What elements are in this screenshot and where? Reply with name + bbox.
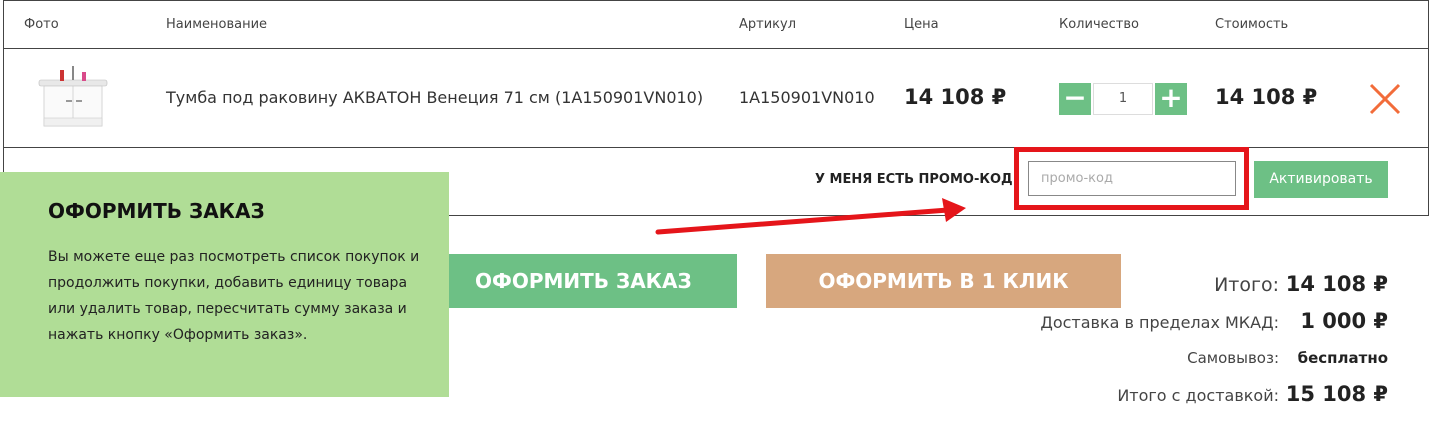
annotation-arrow-icon [655,198,966,235]
activate-promo-button[interactable]: Активировать [1254,161,1388,198]
promo-highlight-frame [1014,147,1249,210]
col-header-cost: Стоимость [1215,17,1289,32]
delivery-label: Доставка в пределах МКАД: [1040,313,1279,332]
product-cost: 14 108 ₽ [1215,85,1318,109]
tooltip-text: Вы можете еще раз посмотреть список поку… [48,249,420,343]
product-sku: 1A150901VN010 [739,88,875,107]
col-header-quantity: Количество [1059,17,1139,32]
remove-item-icon[interactable] [1368,82,1402,116]
checkout-button[interactable]: ОФОРМИТЬ ЗАКАЗ [449,254,737,308]
grand-total-label: Итого с доставкой: [1117,386,1279,405]
delivery-value: 1 000 ₽ [1300,309,1388,333]
subtotal-value: 14 108 ₽ [1285,272,1388,296]
col-header-name: Наименование [166,17,268,32]
checkout-hint-tooltip: ОФОРМИТЬ ЗАКАЗ Вы можете еще раз посмотр… [0,172,449,397]
grand-total-value: 15 108 ₽ [1285,382,1388,406]
product-price: 14 108 ₽ [904,85,1007,109]
product-name[interactable]: Тумба под раковину АКВАТОН Венеция 71 см… [166,88,703,107]
quantity-decrease-button[interactable]: − [1059,83,1091,115]
quantity-input[interactable]: 1 [1093,83,1153,115]
one-click-order-button[interactable]: ОФОРМИТЬ В 1 КЛИК [766,254,1121,308]
col-header-price: Цена [904,17,939,32]
pickup-value: бесплатно [1297,349,1388,367]
quantity-increase-button[interactable]: + [1155,83,1187,115]
subtotal-label: Итого: [1214,274,1279,296]
col-header-sku: Артикул [739,17,797,32]
product-thumbnail[interactable] [36,66,110,128]
pickup-label: Самовывоз: [1187,349,1279,367]
col-header-photo: Фото [24,17,59,32]
header-divider [3,48,1429,49]
promo-code-label: У МЕНЯ ЕСТЬ ПРОМО-КОД [815,172,1013,187]
tooltip-title: ОФОРМИТЬ ЗАКАЗ [48,199,265,223]
